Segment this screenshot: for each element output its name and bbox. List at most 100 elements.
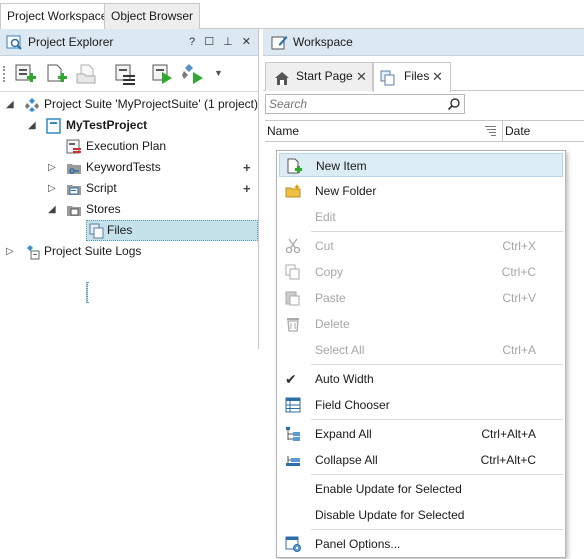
menu-item-label: Paste	[315, 291, 346, 305]
field-chooser-icon	[285, 397, 301, 413]
menu-shortcut: Ctrl+Alt+C	[480, 453, 536, 467]
menu-item-edit[interactable]: Edit	[279, 205, 563, 229]
properties-icon[interactable]	[113, 62, 137, 86]
new-item-icon	[286, 158, 302, 174]
menu-item-label: Disable Update for Selected	[315, 508, 465, 522]
menu-item-collapse-all[interactable]: Collapse All Ctrl+Alt+C	[279, 448, 563, 472]
collapsed-arrow-icon[interactable]: ▷	[6, 241, 14, 262]
tab-label: Start Page	[296, 69, 353, 83]
search-input[interactable]	[266, 95, 441, 113]
close-icon[interactable]: ✕	[432, 63, 443, 90]
menu-shortcut: Ctrl+V	[502, 291, 536, 305]
files-grid-header: Name Date	[265, 120, 584, 142]
script-folder-icon	[66, 181, 82, 204]
menu-item-label: Enable Update for Selected	[315, 482, 462, 496]
chevron-down-icon[interactable]: ▼	[214, 68, 223, 78]
menu-item-expand-all[interactable]: Expand All Ctrl+Alt+A	[279, 422, 563, 446]
menu-item-new-folder[interactable]: New Folder	[279, 179, 563, 203]
menu-separator	[311, 364, 563, 365]
stores-folder-icon	[66, 202, 82, 225]
add-item-plus-icon[interactable]: +	[243, 157, 251, 178]
project-explorer-panel: Project Explorer ? ☐ ⊥ ✕ ▼ ◢ Project Sui…	[0, 29, 259, 349]
expand-arrow-icon[interactable]: ◢	[6, 94, 14, 115]
tree-item-label: Script	[86, 181, 117, 195]
checkmark-icon: ✔	[285, 371, 297, 387]
menu-item-disable-update[interactable]: Disable Update for Selected	[279, 503, 563, 527]
menu-separator	[311, 474, 563, 475]
menu-shortcut: Ctrl+C	[501, 265, 536, 279]
home-icon	[274, 69, 290, 96]
search-field[interactable]	[265, 94, 465, 114]
run-suite-icon[interactable]	[181, 62, 205, 86]
menu-item-copy[interactable]: Copy Ctrl+C	[279, 260, 563, 284]
context-menu: New Item New Folder Edit Cut Ctrl+X Copy…	[276, 150, 566, 558]
expand-arrow-icon[interactable]: ◢	[48, 199, 56, 220]
menu-shortcut: Ctrl+A	[502, 343, 536, 357]
tab-project-workspace[interactable]: Project Workspace	[0, 3, 115, 30]
tab-files[interactable]: Files ✕	[373, 62, 451, 92]
menu-item-field-chooser[interactable]: Field Chooser	[279, 393, 563, 417]
menu-item-label: Cut	[315, 239, 334, 253]
menu-separator	[311, 529, 563, 530]
add-item-plus-icon[interactable]: +	[243, 178, 251, 199]
menu-item-label: Expand All	[315, 427, 372, 441]
menu-item-panel-options[interactable]: Panel Options...	[279, 532, 563, 556]
tree-item-label: KeywordTests	[86, 160, 161, 174]
expand-all-icon	[285, 426, 301, 442]
menu-item-label: New Folder	[315, 184, 377, 198]
add-project-icon[interactable]	[13, 62, 37, 86]
paste-icon	[285, 290, 301, 306]
tree-item-label: Execution Plan	[86, 139, 167, 153]
menu-item-label: Delete	[315, 317, 350, 331]
files-tab-icon	[380, 69, 396, 96]
open-folder-icon[interactable]	[75, 62, 99, 86]
menu-item-select-all[interactable]: Select All Ctrl+A	[279, 338, 563, 362]
add-item-icon[interactable]	[44, 62, 68, 86]
workspace-header: Workspace	[263, 29, 584, 56]
tree-item-label: Files	[107, 223, 133, 237]
tree-item-files[interactable]	[86, 282, 88, 303]
tree-item-keyword-tests[interactable]: ▷ KeywordTests +	[48, 157, 258, 178]
tree-item-label: MyTestProject	[66, 118, 148, 132]
column-header-date[interactable]: Date	[502, 121, 584, 142]
tree-item-script[interactable]: ▷ Script +	[48, 178, 258, 199]
menu-item-auto-width[interactable]: ✔ Auto Width	[279, 367, 563, 391]
menu-item-paste[interactable]: Paste Ctrl+V	[279, 286, 563, 310]
logs-icon	[24, 244, 40, 267]
menu-item-delete[interactable]: Delete	[279, 312, 563, 336]
column-sort-icon[interactable]	[485, 125, 496, 139]
project-explorer-header: Project Explorer ? ☐ ⊥ ✕	[0, 29, 258, 56]
explorer-toolbar: ▼	[0, 56, 258, 92]
menu-separator	[311, 419, 563, 420]
column-header-name[interactable]: Name	[267, 121, 299, 142]
workspace-title: Workspace	[293, 35, 353, 49]
expand-arrow-icon[interactable]: ◢	[28, 115, 36, 136]
document-tab-strip: Start Page ✕ Files ✕	[263, 56, 584, 92]
menu-item-label: New Item	[316, 159, 367, 173]
close-icon[interactable]: ✕	[356, 63, 367, 90]
menu-shortcut: Ctrl+Alt+A	[481, 427, 536, 441]
menu-shortcut: Ctrl+X	[502, 239, 536, 253]
collapsed-arrow-icon[interactable]: ▷	[48, 178, 56, 199]
tab-start-page[interactable]: Start Page ✕	[265, 62, 373, 91]
run-project-icon[interactable]	[150, 62, 174, 86]
collapsed-arrow-icon[interactable]: ▷	[48, 157, 56, 178]
tree-item-files-selected[interactable]: Files	[86, 220, 258, 241]
tree-item-label: Project Suite 'MyProjectSuite' (1 projec…	[44, 97, 258, 111]
project-explorer-icon	[6, 34, 23, 54]
collapse-all-icon	[285, 452, 301, 468]
menu-item-label: Field Chooser	[315, 398, 390, 412]
menu-item-new-item[interactable]: New Item	[279, 153, 563, 177]
panel-title: Project Explorer	[28, 35, 114, 49]
menu-item-label: Select All	[315, 343, 365, 357]
scissors-icon	[285, 238, 301, 254]
menu-item-label: Auto Width	[315, 372, 374, 386]
panel-options-icon	[285, 536, 301, 552]
menu-item-cut[interactable]: Cut Ctrl+X	[279, 234, 563, 258]
tab-label: Files	[404, 69, 430, 83]
menu-separator	[311, 231, 563, 232]
tab-object-browser[interactable]: Object Browser	[104, 3, 201, 29]
menu-item-enable-update[interactable]: Enable Update for Selected	[279, 477, 563, 501]
search-icon[interactable]	[447, 97, 461, 114]
panel-controls[interactable]: ? ☐ ⊥ ✕	[189, 29, 254, 56]
